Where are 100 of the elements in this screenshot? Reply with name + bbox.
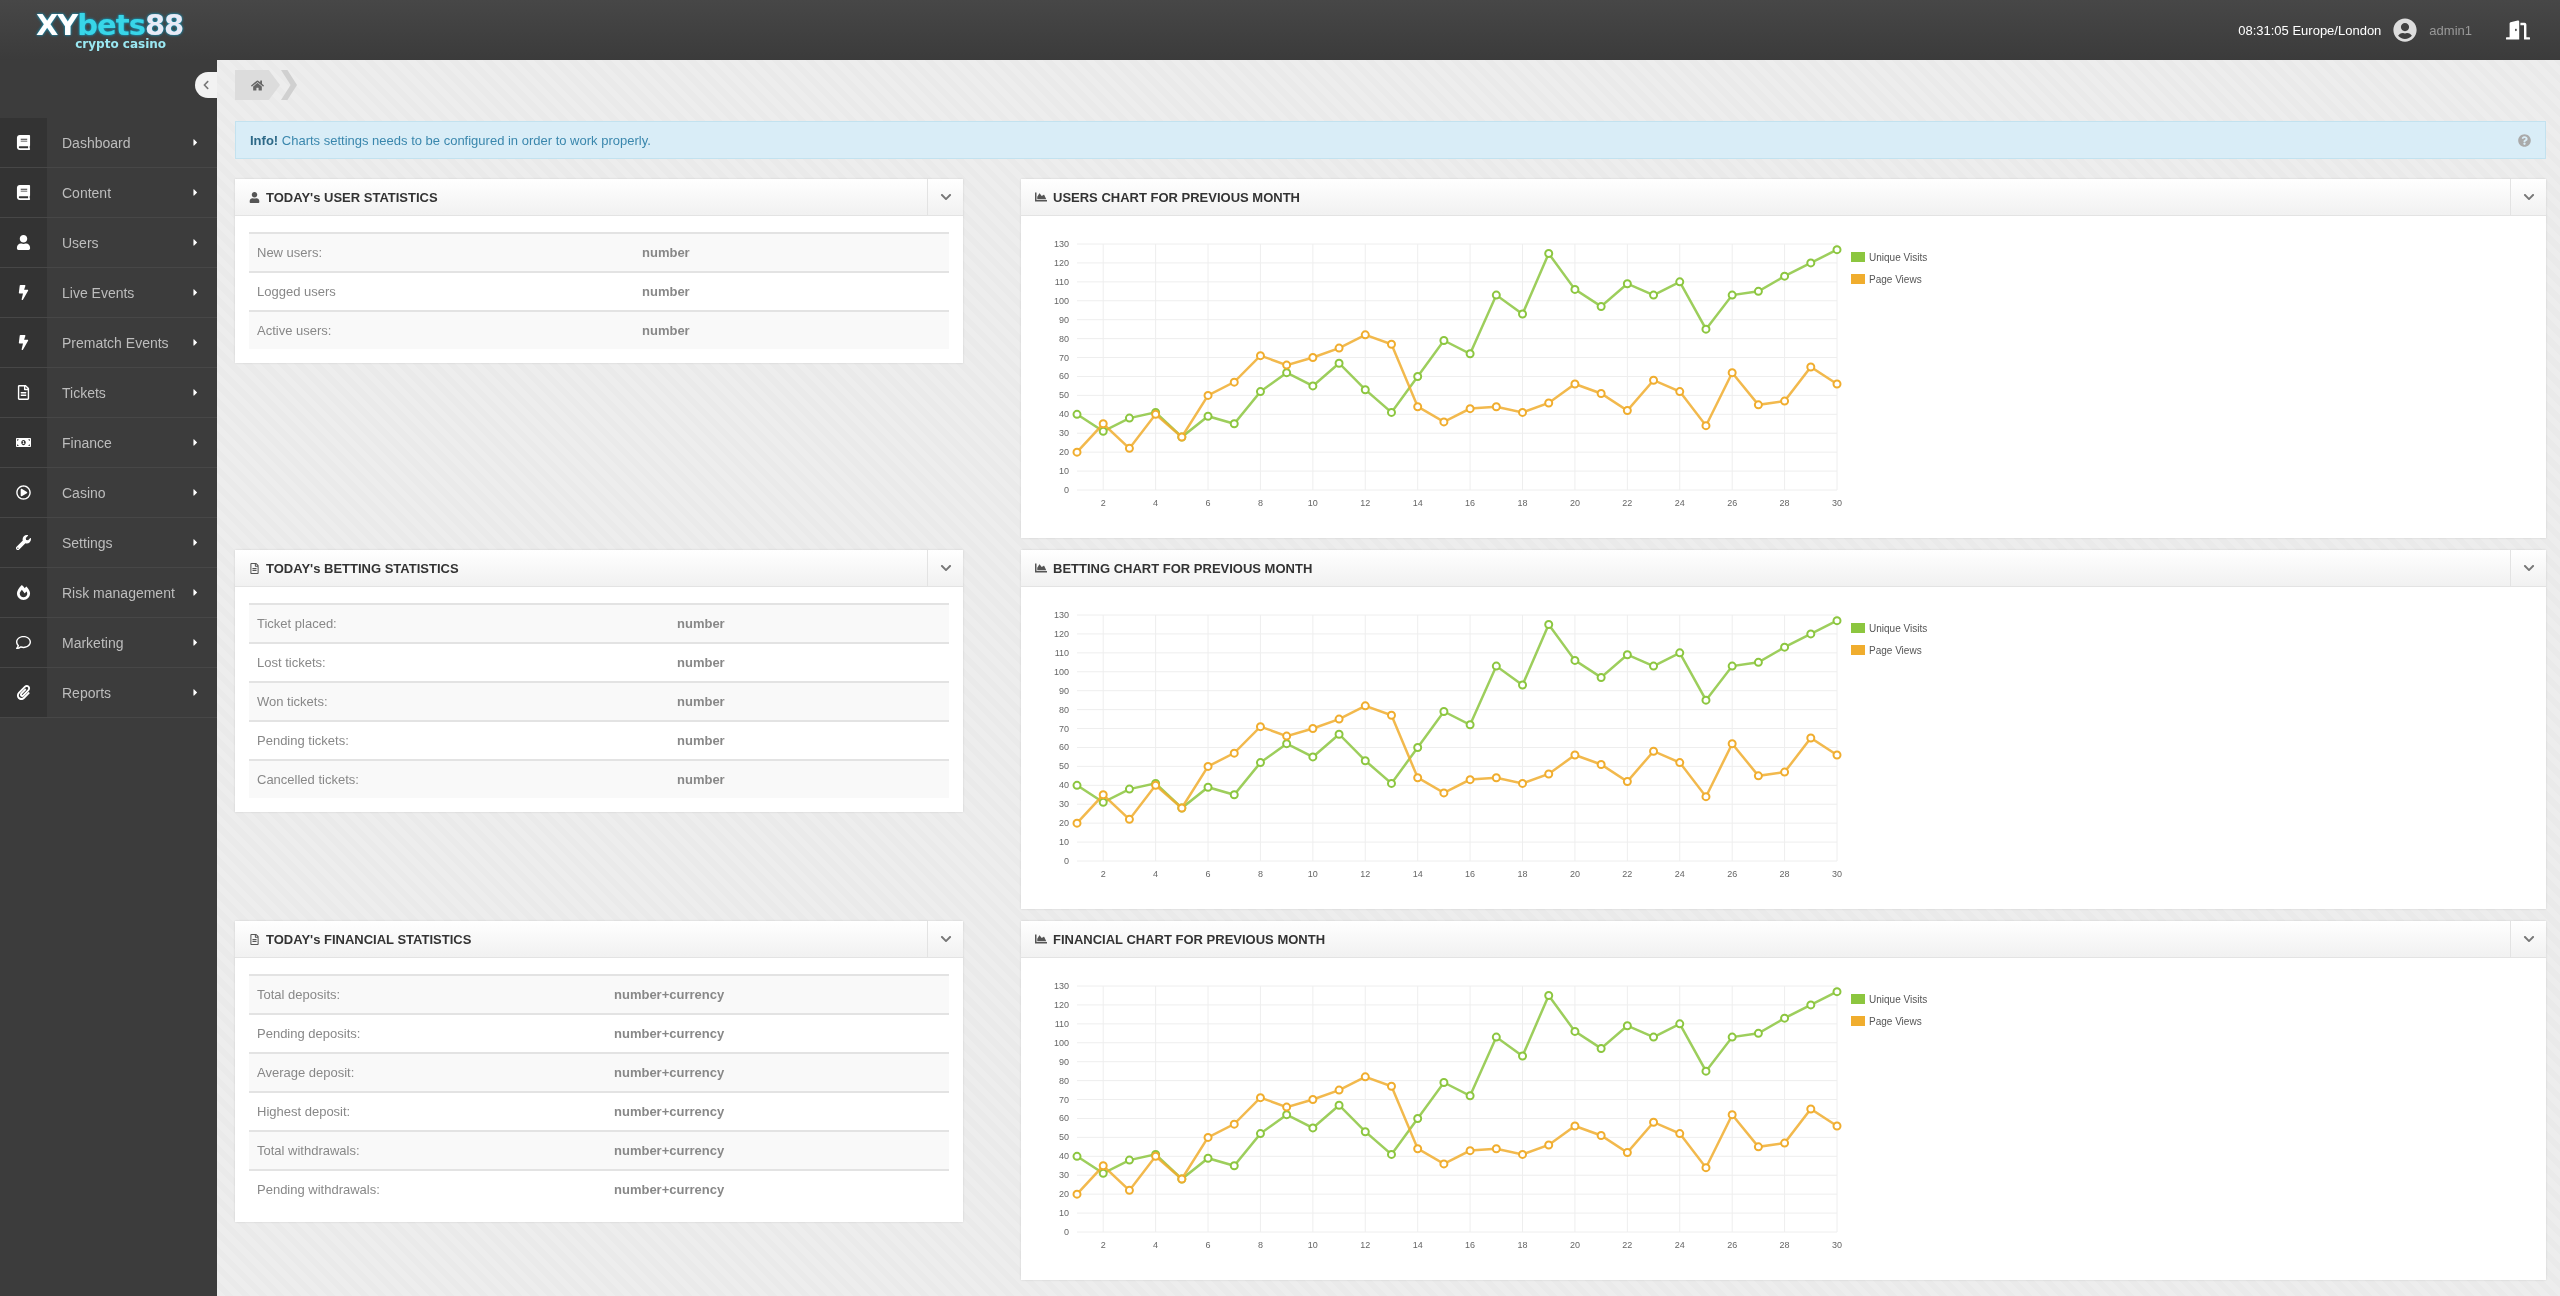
x-tick-label: 20	[1569, 498, 1580, 508]
stat-label: Won tickets:	[256, 694, 329, 709]
y-tick-label: 90	[1059, 685, 1069, 696]
stat-label: Cancelled tickets:	[256, 772, 360, 787]
legend-label: Page Views	[1869, 1016, 1922, 1027]
stat-label: Highest deposit:	[256, 1104, 352, 1119]
y-tick-label: 40	[1059, 780, 1069, 791]
stat-label: Logged users	[256, 284, 337, 299]
y-tick-label: 60	[1059, 1113, 1069, 1124]
y-tick-label: 10	[1059, 837, 1069, 848]
stat-label: New users:	[256, 245, 324, 260]
x-tick-label: 6	[1205, 1240, 1211, 1250]
stat-value: number	[641, 284, 691, 299]
legend-label: Unique Visits	[1869, 994, 1928, 1005]
x-tick-label: 26	[1727, 869, 1738, 879]
x-tick-label: 2	[1100, 498, 1106, 508]
stat-label: Ticket placed:	[256, 616, 338, 631]
sidebar-label: Casino	[62, 484, 107, 501]
x-tick-label: 28	[1779, 869, 1790, 879]
legend-label: Page Views	[1869, 645, 1922, 656]
sidebar-label: Reports	[62, 684, 113, 701]
y-tick-label: 120	[1053, 999, 1069, 1010]
legend-label: Unique Visits	[1869, 252, 1928, 263]
y-tick-label: 110	[1054, 647, 1069, 658]
y-tick-label: 30	[1059, 799, 1069, 810]
x-tick-label: 4	[1153, 1240, 1159, 1250]
clock-text: 08:31:05 Europe/London	[2238, 22, 2382, 38]
x-tick-label: 18	[1517, 498, 1528, 508]
stat-label: Total deposits:	[256, 987, 342, 1002]
x-tick-label: 30	[1832, 1240, 1842, 1250]
y-tick-label: 50	[1059, 761, 1069, 772]
stat-label: Pending deposits:	[256, 1026, 362, 1041]
y-tick-label: 90	[1059, 1056, 1069, 1067]
y-tick-label: 90	[1059, 314, 1069, 325]
x-tick-label: 12	[1360, 1240, 1371, 1250]
x-tick-label: 12	[1360, 498, 1371, 508]
y-tick-label: 100	[1053, 295, 1069, 306]
x-tick-label: 6	[1205, 869, 1211, 879]
y-tick-label: 110	[1054, 1018, 1069, 1029]
stat-label: Total withdrawals:	[256, 1143, 361, 1158]
x-tick-label: 22	[1622, 869, 1633, 879]
stat-value: number+currency	[613, 1143, 726, 1158]
x-tick-label: 24	[1674, 498, 1685, 508]
legend-label: Page Views	[1869, 274, 1922, 285]
x-tick-label: 16	[1465, 498, 1476, 508]
x-tick-label: 6	[1205, 498, 1211, 508]
x-tick-label: 14	[1412, 869, 1423, 879]
panel-title: TODAY's USER STATISTICS	[266, 189, 438, 205]
stat-value: number+currency	[613, 1065, 726, 1080]
x-tick-label: 8	[1257, 1240, 1263, 1250]
y-tick-label: 100	[1053, 666, 1069, 677]
sidebar-label: Marketing	[62, 634, 125, 651]
stat-value: number	[676, 772, 726, 787]
x-tick-label: 14	[1412, 1240, 1423, 1250]
y-tick-label: 130	[1053, 981, 1069, 991]
y-tick-label: 130	[1053, 610, 1069, 620]
sidebar-label: Risk management	[62, 584, 176, 601]
y-tick-label: 70	[1059, 723, 1069, 734]
sidebar-label: Content	[62, 184, 113, 201]
y-tick-label: 130	[1053, 239, 1069, 249]
stat-value: number+currency	[613, 1104, 726, 1119]
x-tick-label: 22	[1622, 498, 1633, 508]
stat-value: number	[676, 616, 726, 631]
x-tick-label: 28	[1779, 498, 1790, 508]
x-tick-label: 4	[1153, 869, 1159, 879]
y-tick-label: 70	[1059, 352, 1069, 363]
x-tick-label: 14	[1412, 498, 1423, 508]
panel-title: FINANCIAL CHART FOR PREVIOUS MONTH	[1053, 931, 1326, 947]
y-tick-label: 60	[1059, 742, 1069, 753]
y-tick-label: 120	[1053, 628, 1069, 639]
stat-label: Average deposit:	[256, 1065, 356, 1080]
sidebar-label: Prematch Events	[62, 334, 170, 351]
panel-title: USERS CHART FOR PREVIOUS MONTH	[1053, 189, 1300, 205]
panel-title: BETTING CHART FOR PREVIOUS MONTH	[1053, 560, 1313, 576]
y-tick-label: 80	[1059, 704, 1069, 715]
y-tick-label: 60	[1059, 371, 1069, 382]
x-tick-label: 18	[1517, 1240, 1528, 1250]
stat-value: number	[676, 655, 726, 670]
sidebar-label: Users	[62, 234, 100, 251]
sidebar-label: Dashboard	[62, 134, 132, 151]
x-tick-label: 30	[1832, 869, 1842, 879]
x-tick-label: 24	[1674, 1240, 1685, 1250]
stat-value: number	[676, 694, 726, 709]
y-tick-label: 40	[1059, 409, 1069, 420]
x-tick-label: 30	[1832, 498, 1842, 508]
stat-label: Pending withdrawals:	[256, 1182, 381, 1197]
panel-title: TODAY's FINANCIAL STATISTICS	[266, 931, 472, 947]
panel-title: TODAY's BETTING STATISTICS	[266, 560, 459, 576]
y-tick-label: 50	[1059, 1132, 1069, 1143]
y-tick-label: 70	[1059, 1094, 1069, 1105]
x-tick-label: 2	[1100, 869, 1106, 879]
stat-label: Active users:	[256, 323, 333, 338]
x-tick-label: 22	[1622, 1240, 1633, 1250]
x-tick-label: 16	[1465, 1240, 1476, 1250]
y-tick-label: 20	[1059, 818, 1069, 829]
y-tick-label: 100	[1053, 1037, 1069, 1048]
y-tick-label: 30	[1059, 428, 1069, 439]
alert-message: Info! Charts settings needs to be configured in order to work properly.	[250, 132, 652, 148]
stat-value: number	[641, 245, 691, 260]
x-tick-label: 8	[1257, 498, 1263, 508]
